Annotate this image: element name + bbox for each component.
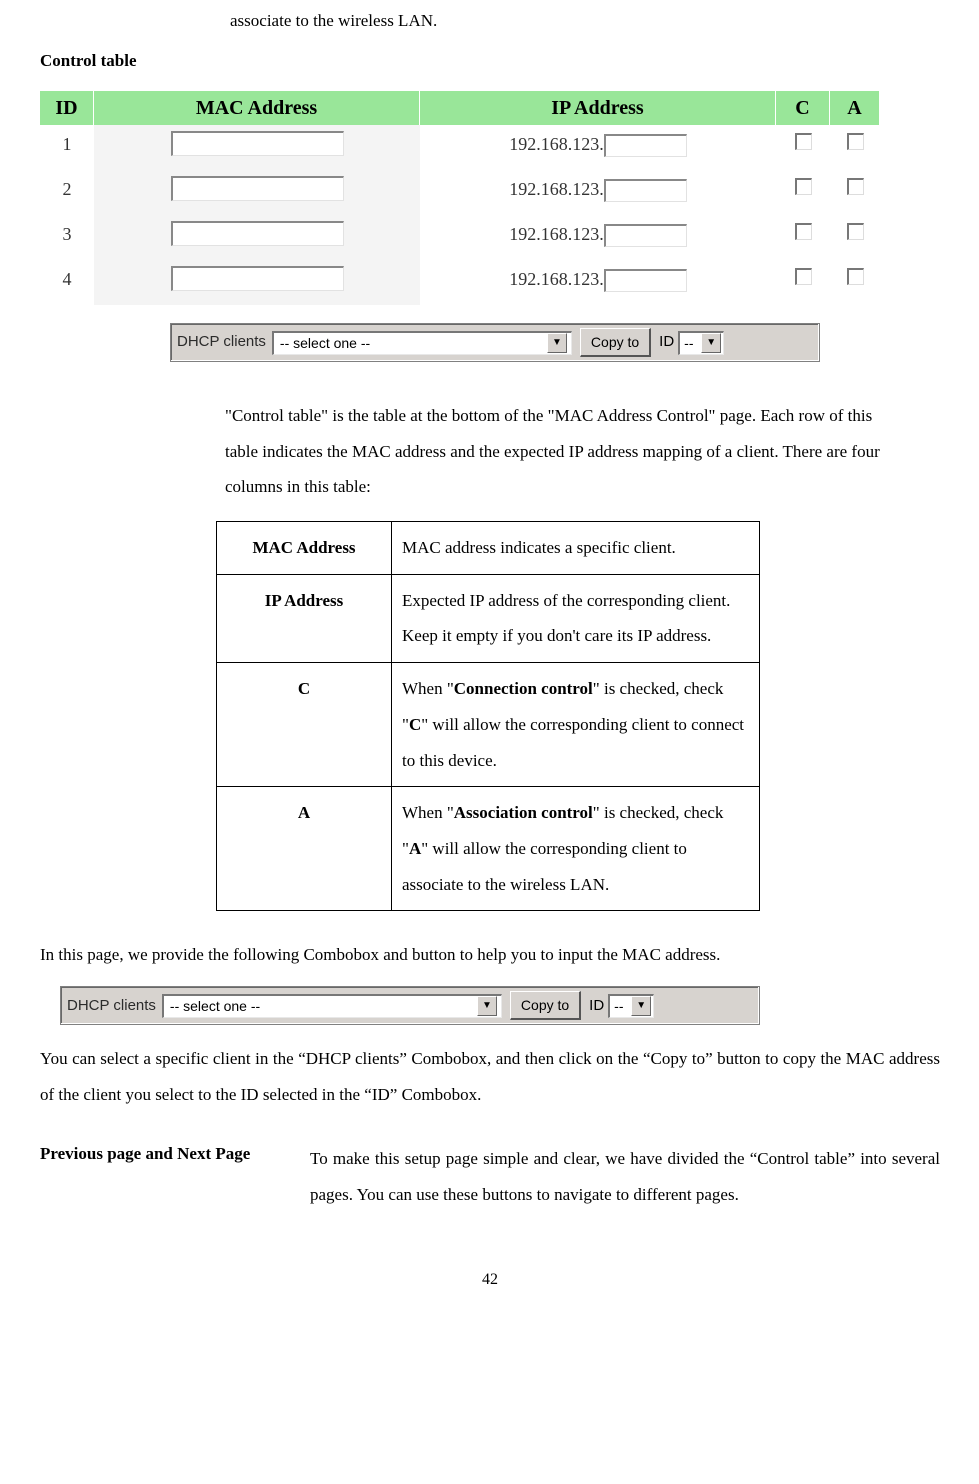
col-c: C [776, 91, 830, 125]
a-checkbox[interactable] [847, 178, 864, 195]
a-checkbox[interactable] [847, 223, 864, 240]
a-checkbox[interactable] [847, 268, 864, 285]
usage-paragraph: You can select a specific client in the … [40, 1041, 940, 1112]
table-row: C When "Connection control" is checked, … [217, 663, 760, 787]
ip-prefix: 192.168.123. [509, 224, 604, 244]
id-label: ID [589, 995, 604, 1018]
row-id: 4 [40, 260, 94, 305]
col-mac: MAC Address [94, 91, 420, 125]
combobox-intro: In this page, we provide the following C… [40, 941, 940, 968]
dhcp-copy-bar: DHCP clients -- select one -- ▼ Copy to … [170, 323, 820, 362]
def-ip-text: Expected IP address of the corresponding… [392, 574, 760, 662]
dhcp-clients-label: DHCP clients [67, 995, 156, 1018]
c-checkbox[interactable] [795, 268, 812, 285]
control-table-figure: ID MAC Address IP Address C A 1 192.168.… [40, 91, 940, 362]
chevron-down-icon: ▼ [631, 996, 651, 1016]
control-table-intro: "Control table" is the table at the bott… [225, 398, 905, 505]
def-ip-label: IP Address [217, 574, 392, 662]
prev-next-heading: Previous page and Next Page [40, 1141, 310, 1212]
col-id: ID [40, 91, 94, 125]
id-select-value: -- [684, 333, 693, 354]
copy-to-button[interactable]: Copy to [510, 991, 581, 1020]
ip-suffix-input[interactable] [604, 224, 687, 247]
definitions-table: MAC Address MAC address indicates a spec… [216, 521, 760, 911]
copy-to-button[interactable]: Copy to [580, 328, 651, 357]
ip-suffix-input[interactable] [604, 134, 687, 157]
id-select-value: -- [614, 996, 623, 1017]
c-checkbox[interactable] [795, 133, 812, 150]
dhcp-clients-select[interactable]: -- select one -- ▼ [272, 331, 572, 355]
control-table-heading: Control table [40, 48, 940, 74]
mac-input[interactable] [171, 176, 344, 201]
ip-prefix: 192.168.123. [509, 179, 604, 199]
dhcp-select-value: -- select one -- [280, 333, 370, 354]
mac-input[interactable] [171, 221, 344, 246]
chevron-down-icon: ▼ [547, 333, 567, 353]
table-row: IP Address Expected IP address of the co… [217, 574, 760, 662]
dhcp-copy-bar-figure: DHCP clients -- select one -- ▼ Copy to … [60, 986, 760, 1025]
ip-prefix: 192.168.123. [509, 134, 604, 154]
ip-prefix: 192.168.123. [509, 269, 604, 289]
def-a-text: When "Association control" is checked, c… [392, 787, 760, 911]
row-id: 2 [40, 170, 94, 215]
table-row: MAC Address MAC address indicates a spec… [217, 522, 760, 575]
id-label: ID [659, 331, 674, 354]
ip-suffix-input[interactable] [604, 269, 687, 292]
a-checkbox[interactable] [847, 133, 864, 150]
id-select[interactable]: -- ▼ [608, 994, 654, 1018]
mac-input[interactable] [171, 131, 344, 156]
def-c-label: C [217, 663, 392, 787]
col-a: A [830, 91, 880, 125]
id-select[interactable]: -- ▼ [678, 331, 724, 355]
c-checkbox[interactable] [795, 223, 812, 240]
ip-suffix-input[interactable] [604, 179, 687, 202]
chevron-down-icon: ▼ [477, 996, 497, 1016]
row-id: 1 [40, 125, 94, 170]
def-a-label: A [217, 787, 392, 911]
row-id: 3 [40, 215, 94, 260]
col-ip: IP Address [420, 91, 776, 125]
def-c-text: When "Connection control" is checked, ch… [392, 663, 760, 787]
mac-input[interactable] [171, 266, 344, 291]
dhcp-clients-select[interactable]: -- select one -- ▼ [162, 994, 502, 1018]
chevron-down-icon: ▼ [701, 333, 721, 353]
page-number: 42 [40, 1268, 940, 1292]
dhcp-clients-label: DHCP clients [177, 331, 266, 354]
orphan-fragment: associate to the wireless LAN. [230, 8, 940, 34]
def-mac-label: MAC Address [217, 522, 392, 575]
prev-next-text: To make this setup page simple and clear… [310, 1141, 940, 1212]
c-checkbox[interactable] [795, 178, 812, 195]
def-mac-text: MAC address indicates a specific client. [392, 522, 760, 575]
dhcp-select-value: -- select one -- [170, 996, 260, 1017]
table-row: A When "Association control" is checked,… [217, 787, 760, 911]
